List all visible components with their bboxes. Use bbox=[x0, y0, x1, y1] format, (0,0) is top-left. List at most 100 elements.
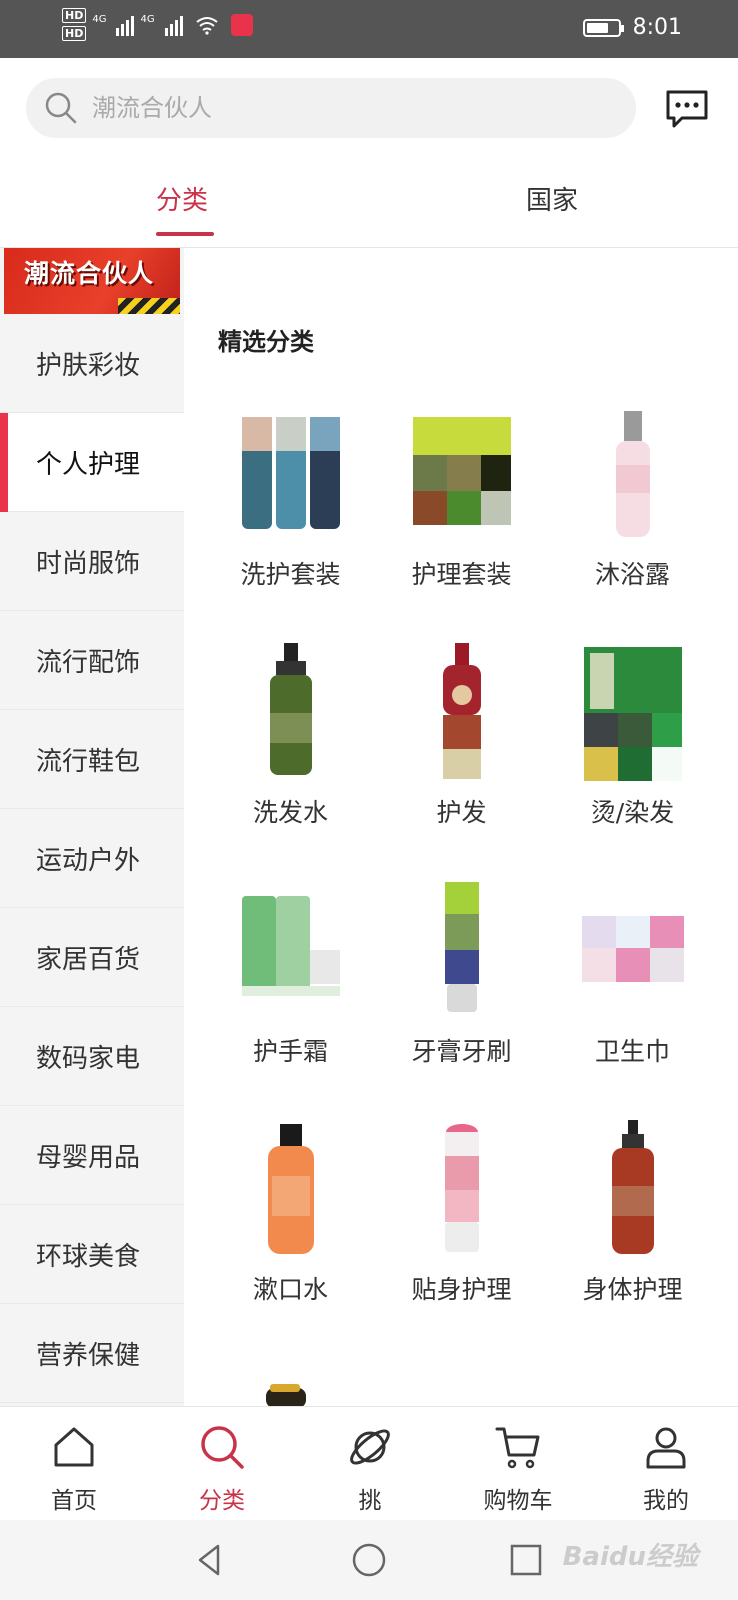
category-item[interactable]: 烫/染发 bbox=[547, 633, 718, 873]
app-notification-icon bbox=[230, 13, 253, 36]
wash-set-product-image bbox=[242, 417, 340, 529]
nav-mine[interactable]: 我的 bbox=[592, 1407, 738, 1521]
network-type-label: 4G bbox=[140, 14, 155, 25]
sidebar-item-label: 运动户外 bbox=[36, 845, 141, 876]
search-input[interactable] bbox=[92, 94, 612, 122]
promo-banner[interactable]: 潮流合伙人 bbox=[4, 248, 180, 314]
back-icon[interactable] bbox=[192, 1542, 228, 1578]
sidebar-item-label: 流行配饰 bbox=[36, 647, 141, 678]
category-label: 护手霜 bbox=[252, 1037, 328, 1066]
hair-dye-product-image bbox=[584, 647, 682, 781]
category-item[interactable]: 护发 bbox=[376, 633, 547, 873]
category-item[interactable]: 贴身护理 bbox=[376, 1110, 547, 1350]
battery-icon bbox=[582, 18, 624, 37]
search-bar[interactable] bbox=[26, 78, 636, 138]
sidebar-item-label: 护肤彩妆 bbox=[36, 350, 141, 381]
banner-stripes bbox=[118, 298, 180, 314]
category-label: 卫生巾 bbox=[594, 1037, 670, 1066]
category-label: 身体护理 bbox=[582, 1275, 683, 1304]
body-wash-product-image bbox=[616, 411, 650, 537]
category-item[interactable]: 洗发水 bbox=[205, 633, 376, 873]
sidebar-item-shoes-bags[interactable]: 流行鞋包 bbox=[0, 710, 184, 809]
hd-indicators: HD HD bbox=[62, 8, 87, 41]
tab-active-indicator bbox=[156, 232, 214, 236]
nav-cart[interactable]: 购物车 bbox=[444, 1407, 592, 1521]
sidebar-item-personal-care[interactable]: 个人护理 bbox=[0, 413, 184, 512]
category-label: 烫/染发 bbox=[590, 798, 675, 827]
category-sidebar: 潮流合伙人 护肤彩妆 个人护理 时尚服饰 流行配饰 流行鞋包 运动户外 家居百货… bbox=[0, 248, 184, 1406]
category-item[interactable]: 卫生巾 bbox=[547, 872, 718, 1112]
system-navigation-bar: Baidu经验 bbox=[0, 1520, 738, 1600]
sidebar-item-digital[interactable]: 数码家电 bbox=[0, 1007, 184, 1106]
toothpaste-product-image bbox=[445, 882, 479, 1012]
sanitary-pad-product-image bbox=[582, 916, 684, 982]
bottom-navigation: 首页 分类 挑 购物车 我的 bbox=[0, 1406, 738, 1520]
planet-icon bbox=[350, 1429, 390, 1465]
category-item[interactable]: 护手霜 bbox=[205, 872, 376, 1112]
sidebar-item-accessories[interactable]: 流行配饰 bbox=[0, 611, 184, 710]
section-title: 精选分类 bbox=[218, 328, 314, 356]
category-label: 漱口水 bbox=[252, 1275, 328, 1304]
tab-category[interactable]: 分类 bbox=[156, 180, 208, 217]
sidebar-item-label: 家居百货 bbox=[36, 944, 141, 975]
category-label: 洗发水 bbox=[252, 798, 328, 827]
category-item[interactable]: 沐浴露 bbox=[547, 395, 718, 635]
hd-badge: HD bbox=[62, 26, 87, 41]
sidebar-item-baby[interactable]: 母婴用品 bbox=[0, 1106, 184, 1205]
nav-category[interactable]: 分类 bbox=[148, 1407, 296, 1521]
status-icons-right: 8:01 bbox=[582, 15, 682, 40]
clock: 8:01 bbox=[632, 15, 682, 40]
category-label: 贴身护理 bbox=[411, 1275, 512, 1304]
signal-icon bbox=[116, 14, 135, 36]
sidebar-item-label: 营养保健 bbox=[36, 1340, 141, 1371]
status-bar: HD HD 4G 4G 8:01 bbox=[0, 0, 738, 58]
sidebar-item-label: 时尚服饰 bbox=[36, 548, 141, 579]
hd-badge: HD bbox=[62, 8, 87, 23]
nav-label: 挑 bbox=[358, 1488, 382, 1514]
sidebar-item-skincare[interactable]: 护肤彩妆 bbox=[0, 314, 184, 413]
category-label: 护发 bbox=[436, 798, 487, 827]
shampoo-product-image bbox=[270, 643, 312, 775]
recents-icon[interactable] bbox=[508, 1542, 544, 1578]
category-label: 护理套装 bbox=[411, 560, 512, 589]
care-set-product-image bbox=[413, 417, 511, 525]
nav-label: 购物车 bbox=[483, 1488, 553, 1514]
signal-icon bbox=[164, 14, 183, 36]
nav-label: 分类 bbox=[199, 1488, 245, 1514]
message-icon[interactable] bbox=[664, 86, 710, 132]
status-icons-left: HD HD 4G 4G bbox=[62, 8, 253, 41]
intimate-care-product-image bbox=[445, 1124, 479, 1252]
partial-product-image bbox=[266, 1384, 306, 1408]
sidebar-item-food[interactable]: 环球美食 bbox=[0, 1205, 184, 1304]
sidebar-item-label: 环球美食 bbox=[36, 1241, 141, 1272]
category-item[interactable]: 护理套装 bbox=[376, 395, 547, 635]
hand-cream-product-image bbox=[242, 896, 340, 996]
cart-icon bbox=[495, 1427, 540, 1469]
nav-home[interactable]: 首页 bbox=[0, 1407, 148, 1521]
sidebar-item-label: 数码家电 bbox=[36, 1043, 141, 1074]
wifi-icon bbox=[195, 16, 218, 35]
category-item[interactable]: 漱口水 bbox=[205, 1110, 376, 1350]
nav-label: 我的 bbox=[643, 1488, 689, 1514]
sidebar-item-label: 个人护理 bbox=[36, 449, 141, 480]
category-label: 沐浴露 bbox=[594, 560, 670, 589]
watermark: Baidu经验 bbox=[562, 1542, 698, 1572]
category-label: 牙膏牙刷 bbox=[411, 1037, 512, 1066]
nav-pick[interactable]: 挑 bbox=[296, 1407, 444, 1521]
sidebar-item-home[interactable]: 家居百货 bbox=[0, 908, 184, 1007]
search-icon bbox=[201, 1426, 244, 1469]
category-item[interactable]: 洗护套装 bbox=[205, 395, 376, 635]
search-icon bbox=[45, 92, 77, 124]
home-circle-icon[interactable] bbox=[351, 1542, 387, 1578]
nav-label: 首页 bbox=[51, 1488, 97, 1514]
category-item[interactable]: 牙膏牙刷 bbox=[376, 872, 547, 1112]
tab-country[interactable]: 国家 bbox=[526, 180, 578, 217]
category-item[interactable]: 身体护理 bbox=[547, 1110, 718, 1350]
home-icon bbox=[54, 1427, 94, 1467]
sidebar-item-sports[interactable]: 运动户外 bbox=[0, 809, 184, 908]
sidebar-item-health[interactable]: 营养保健 bbox=[0, 1304, 184, 1403]
sidebar-active-indicator bbox=[0, 413, 8, 512]
sidebar-item-label: 流行鞋包 bbox=[36, 746, 141, 777]
sidebar-item-fashion[interactable]: 时尚服饰 bbox=[0, 512, 184, 611]
network-type-label: 4G bbox=[92, 14, 107, 25]
